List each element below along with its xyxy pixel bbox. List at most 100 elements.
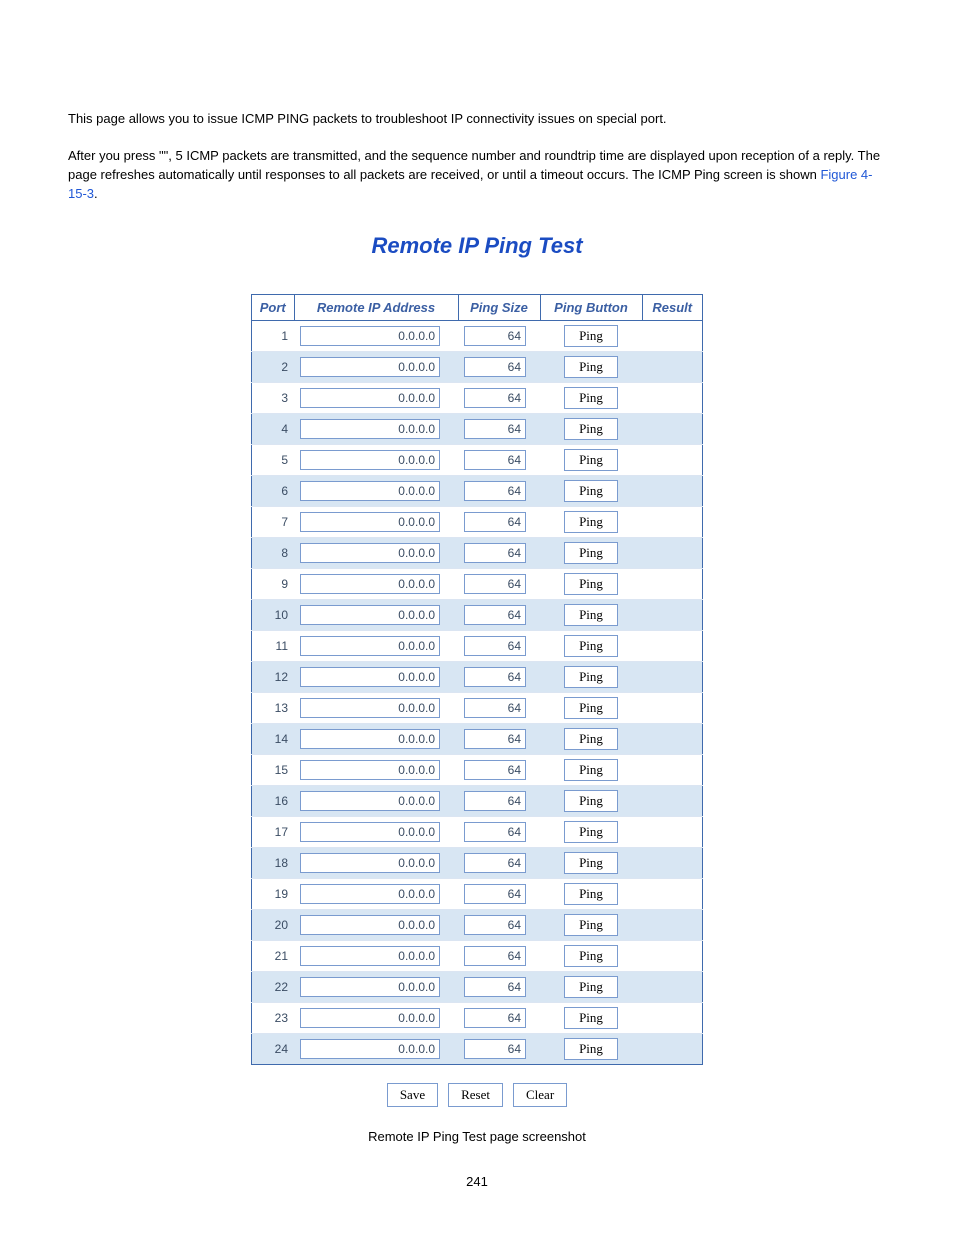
ping-size-input[interactable] — [464, 760, 526, 780]
ping-button[interactable]: Ping — [564, 759, 618, 781]
ping-button[interactable]: Ping — [564, 1007, 618, 1029]
ping-button[interactable]: Ping — [564, 356, 618, 378]
remote-ip-input[interactable] — [300, 915, 440, 935]
ping-size-input[interactable] — [464, 481, 526, 501]
remote-ip-input[interactable] — [300, 884, 440, 904]
size-cell — [458, 1003, 540, 1034]
remote-ip-input[interactable] — [300, 1008, 440, 1028]
ping-size-input[interactable] — [464, 388, 526, 408]
col-size: Ping Size — [458, 295, 540, 321]
ping-button[interactable]: Ping — [564, 449, 618, 471]
remote-ip-input[interactable] — [300, 760, 440, 780]
ping-size-input[interactable] — [464, 822, 526, 842]
port-cell: 10 — [252, 600, 295, 631]
ping-button[interactable]: Ping — [564, 666, 618, 688]
clear-button[interactable]: Clear — [513, 1083, 567, 1107]
button-cell: Ping — [540, 538, 642, 569]
ping-button[interactable]: Ping — [564, 976, 618, 998]
remote-ip-input[interactable] — [300, 667, 440, 687]
remote-ip-input[interactable] — [300, 636, 440, 656]
remote-ip-input[interactable] — [300, 853, 440, 873]
remote-ip-input[interactable] — [300, 326, 440, 346]
ping-button[interactable]: Ping — [564, 418, 618, 440]
ping-button[interactable]: Ping — [564, 914, 618, 936]
ping-button[interactable]: Ping — [564, 542, 618, 564]
ping-size-input[interactable] — [464, 729, 526, 749]
remote-ip-input[interactable] — [300, 1039, 440, 1059]
remote-ip-input[interactable] — [300, 791, 440, 811]
table-row: 17Ping — [252, 817, 703, 848]
ping-size-input[interactable] — [464, 450, 526, 470]
size-cell — [458, 724, 540, 755]
ping-size-input[interactable] — [464, 1039, 526, 1059]
ping-size-input[interactable] — [464, 326, 526, 346]
ping-button[interactable]: Ping — [564, 821, 618, 843]
size-cell — [458, 755, 540, 786]
remote-ip-input[interactable] — [300, 481, 440, 501]
ip-cell — [294, 414, 458, 445]
table-row: 2Ping — [252, 352, 703, 383]
remote-ip-input[interactable] — [300, 543, 440, 563]
save-button[interactable]: Save — [387, 1083, 438, 1107]
ping-button[interactable]: Ping — [564, 883, 618, 905]
table-row: 11Ping — [252, 631, 703, 662]
remote-ip-input[interactable] — [300, 822, 440, 842]
ping-size-input[interactable] — [464, 357, 526, 377]
ping-button[interactable]: Ping — [564, 790, 618, 812]
button-cell: Ping — [540, 600, 642, 631]
result-cell — [642, 321, 703, 352]
ping-button[interactable]: Ping — [564, 1038, 618, 1060]
remote-ip-input[interactable] — [300, 977, 440, 997]
remote-ip-input[interactable] — [300, 450, 440, 470]
ping-size-input[interactable] — [464, 512, 526, 532]
ping-size-input[interactable] — [464, 853, 526, 873]
remote-ip-input[interactable] — [300, 729, 440, 749]
ping-size-input[interactable] — [464, 419, 526, 439]
remote-ip-input[interactable] — [300, 419, 440, 439]
intro-line2a: After you press " — [68, 148, 164, 163]
ping-size-input[interactable] — [464, 698, 526, 718]
table-row: 1Ping — [252, 321, 703, 352]
remote-ip-input[interactable] — [300, 698, 440, 718]
port-cell: 19 — [252, 879, 295, 910]
ping-button[interactable]: Ping — [564, 945, 618, 967]
ping-size-input[interactable] — [464, 1008, 526, 1028]
remote-ip-input[interactable] — [300, 574, 440, 594]
ping-button[interactable]: Ping — [564, 728, 618, 750]
ping-button[interactable]: Ping — [564, 697, 618, 719]
col-ip: Remote IP Address — [294, 295, 458, 321]
remote-ip-input[interactable] — [300, 946, 440, 966]
reset-button[interactable]: Reset — [448, 1083, 503, 1107]
ping-button[interactable]: Ping — [564, 573, 618, 595]
remote-ip-input[interactable] — [300, 357, 440, 377]
ip-cell — [294, 755, 458, 786]
table-row: 18Ping — [252, 848, 703, 879]
page-number: 241 — [68, 1174, 886, 1189]
ping-button[interactable]: Ping — [564, 325, 618, 347]
ping-size-input[interactable] — [464, 977, 526, 997]
ping-size-input[interactable] — [464, 884, 526, 904]
ping-button[interactable]: Ping — [564, 604, 618, 626]
ping-button[interactable]: Ping — [564, 635, 618, 657]
button-cell: Ping — [540, 817, 642, 848]
table-row: 23Ping — [252, 1003, 703, 1034]
ping-button[interactable]: Ping — [564, 852, 618, 874]
ping-size-input[interactable] — [464, 636, 526, 656]
port-cell: 24 — [252, 1034, 295, 1065]
ping-size-input[interactable] — [464, 574, 526, 594]
ping-size-input[interactable] — [464, 946, 526, 966]
remote-ip-input[interactable] — [300, 605, 440, 625]
ping-button[interactable]: Ping — [564, 387, 618, 409]
ping-size-input[interactable] — [464, 915, 526, 935]
ping-size-input[interactable] — [464, 543, 526, 563]
ping-size-input[interactable] — [464, 667, 526, 687]
button-cell: Ping — [540, 724, 642, 755]
ping-button[interactable]: Ping — [564, 511, 618, 533]
ping-size-input[interactable] — [464, 605, 526, 625]
table-row: 6Ping — [252, 476, 703, 507]
remote-ip-input[interactable] — [300, 388, 440, 408]
remote-ip-input[interactable] — [300, 512, 440, 532]
ping-button[interactable]: Ping — [564, 480, 618, 502]
ping-size-input[interactable] — [464, 791, 526, 811]
result-cell — [642, 631, 703, 662]
